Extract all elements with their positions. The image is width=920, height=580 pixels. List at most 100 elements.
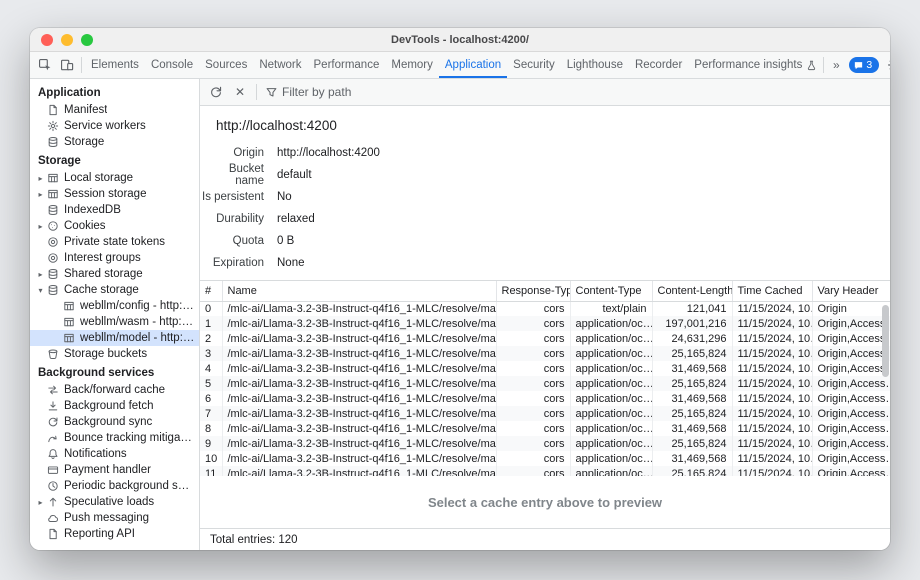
sidebar-item-bounce-tracking-mitigations[interactable]: Bounce tracking mitigations [30, 430, 199, 446]
chevron-right-icon[interactable]: ▸ [35, 222, 46, 231]
minimize-button[interactable] [61, 34, 73, 46]
device-toolbar-icon[interactable] [56, 54, 78, 76]
sidebar-item-session-storage[interactable]: ▸ Session storage [30, 186, 199, 202]
sync-icon [46, 416, 60, 429]
cache-entry-row[interactable]: 7/mlc-ai/Llama-3.2-3B-Instruct-q4f16_1-M… [200, 406, 890, 421]
cache-entry-row[interactable]: 10/mlc-ai/Llama-3.2-3B-Instruct-q4f16_1-… [200, 451, 890, 466]
cookie-icon [46, 220, 60, 233]
table-scrollbar[interactable] [881, 303, 889, 474]
tab-console[interactable]: Console [145, 52, 199, 78]
cache-entry-row[interactable]: 9/mlc-ai/Llama-3.2-3B-Instruct-q4f16_1-M… [200, 436, 890, 451]
cell-content-type: application/oc… [570, 316, 652, 331]
database-icon [46, 204, 60, 217]
devtools-toolbar: Elements Console SourcesNetwork Performance… [30, 52, 890, 79]
col-header-content-type[interactable]: Content-Type [570, 281, 652, 301]
issues-badge[interactable]: 3 [849, 57, 879, 73]
sidebar-item-cache-storage[interactable]: ▾Cache storage [30, 282, 199, 298]
sidebar-item-interest-groups[interactable]: Interest groups [30, 250, 199, 266]
col-header-name[interactable]: Name [222, 281, 496, 301]
sidebar-item-storage-buckets[interactable]: Storage buckets [30, 346, 199, 362]
refresh-icon[interactable] [205, 81, 227, 103]
sidebar-item-shared-storage[interactable]: ▸Shared storage [30, 266, 199, 282]
cache-entry-row[interactable]: 1/mlc-ai/Llama-3.2-3B-Instruct-q4f16_1-M… [200, 316, 890, 331]
tab-elements[interactable]: Elements [85, 52, 145, 78]
sidebar-item-reporting-api[interactable]: Reporting API [30, 526, 199, 542]
sidebar-item-label: Back/forward cache [64, 384, 165, 396]
filter-input[interactable] [282, 85, 885, 99]
col-header-index[interactable]: # [200, 281, 222, 301]
tab-label: Console [151, 59, 193, 71]
token-icon [46, 236, 60, 249]
sidebar-item-label: Session storage [64, 188, 146, 200]
col-header-response-type[interactable]: Response-Type [496, 281, 570, 301]
cache-entry-row[interactable]: 3/mlc-ai/Llama-3.2-3B-Instruct-q4f16_1-M… [200, 346, 890, 361]
tab-performance-insights[interactable]: Performance insights [688, 52, 823, 78]
clear-icon[interactable]: ✕ [229, 81, 251, 103]
cell-vary-header: Origin,Access… [812, 316, 890, 331]
sidebar-item-periodic-background-sync[interactable]: Periodic background sync [30, 478, 199, 494]
more-tabs-icon[interactable]: » [827, 54, 845, 76]
chevron-right-icon[interactable]: ▸ [35, 498, 46, 507]
cache-entry-row[interactable]: 2/mlc-ai/Llama-3.2-3B-Instruct-q4f16_1-M… [200, 331, 890, 346]
chevron-right-icon[interactable]: ▸ [35, 270, 46, 279]
tab-recorder[interactable]: Recorder [629, 52, 688, 78]
cache-entry-row[interactable]: 5/mlc-ai/Llama-3.2-3B-Instruct-q4f16_1-M… [200, 376, 890, 391]
cache-entry-row[interactable]: 6/mlc-ai/Llama-3.2-3B-Instruct-q4f16_1-M… [200, 391, 890, 406]
chevron-down-icon[interactable]: ▾ [35, 286, 46, 295]
database-icon [46, 268, 60, 281]
toolbar-divider [81, 57, 82, 73]
cell-index: 10 [200, 451, 222, 466]
inspect-element-icon[interactable] [34, 54, 56, 76]
sidebar-item-cookies[interactable]: ▸Cookies [30, 218, 199, 234]
sidebar-item-background-fetch[interactable]: Background fetch [30, 398, 199, 414]
sidebar-item-local-storage[interactable]: ▸Local storage [30, 170, 199, 186]
chevron-right-icon[interactable]: ▸ [35, 174, 46, 183]
sidebar-item-speculative-loads[interactable]: ▸Speculative loads [30, 494, 199, 510]
sidebar-item-manifest[interactable]: Manifest [30, 102, 199, 118]
sidebar-item-label: Background sync [64, 416, 152, 428]
tab-sources[interactable]: Sources [199, 52, 253, 78]
sidebar-item-label: webllm/wasm - http://loca… [80, 316, 195, 328]
close-button[interactable] [41, 34, 53, 46]
tab-label: Performance [314, 59, 380, 71]
meta-row-quota: Quota0 B [200, 230, 890, 252]
sidebar-item-notifications[interactable]: Notifications [30, 446, 199, 462]
sidebar-item-push-messaging[interactable]: Push messaging [30, 510, 199, 526]
sidebar-item-payment-handler[interactable]: Payment handler [30, 462, 199, 478]
col-header-time-cached[interactable]: Time Cached [732, 281, 812, 301]
sidebar-item-background-sync[interactable]: Background sync [30, 414, 199, 430]
cell-content-length: 25,165,824 [652, 346, 732, 361]
tab-lighthouse[interactable]: Lighthouse [561, 52, 629, 78]
sidebar-item-back-forward-cache[interactable]: Back/forward cache [30, 382, 199, 398]
sidebar-item-webllm-model-http-loc[interactable]: webllm/model - http://loc… [30, 330, 199, 346]
cache-entry-row[interactable]: 11/mlc-ai/Llama-3.2-3B-Instruct-q4f16_1-… [200, 466, 890, 476]
cell-response-type: cors [496, 316, 570, 331]
sidebar-item-service-workers[interactable]: Service workers [30, 118, 199, 134]
zoom-button[interactable] [81, 34, 93, 46]
tab-performance[interactable]: Performance [308, 52, 386, 78]
cache-entry-row[interactable]: 0/mlc-ai/Llama-3.2-3B-Instruct-q4f16_1-M… [200, 301, 890, 316]
sidebar-item-private-state-tokens[interactable]: Private state tokens [30, 234, 199, 250]
settings-gear-icon[interactable] [883, 54, 890, 76]
chat-bubble-icon [854, 61, 863, 70]
sidebar-item-label: Background fetch [64, 400, 154, 412]
tab-network[interactable]: Network [253, 52, 307, 78]
cache-entry-row[interactable]: 8/mlc-ai/Llama-3.2-3B-Instruct-q4f16_1-M… [200, 421, 890, 436]
cell-time-cached: 11/15/2024, 10… [732, 361, 812, 376]
document-icon [46, 104, 60, 117]
sidebar-item-webllm-config-http-loc[interactable]: webllm/config - http://loc… [30, 298, 199, 314]
chevron-right-icon[interactable]: ▸ [35, 190, 46, 199]
sidebar-item-indexeddb[interactable]: IndexedDB [30, 202, 199, 218]
cache-entry-row[interactable]: 4/mlc-ai/Llama-3.2-3B-Instruct-q4f16_1-M… [200, 361, 890, 376]
meta-value: 0 B [277, 235, 294, 247]
sidebar-item-storage[interactable]: Storage [30, 134, 199, 150]
col-header-content-length[interactable]: Content-Length [652, 281, 732, 301]
tab-application[interactable]: Application [439, 52, 507, 78]
col-header-vary-header[interactable]: Vary Header [812, 281, 890, 301]
scrollbar-thumb[interactable] [882, 305, 889, 377]
cell-time-cached: 11/15/2024, 10… [732, 391, 812, 406]
tab-security[interactable]: Security [507, 52, 561, 78]
sidebar-item-webllm-wasm-http-loca[interactable]: webllm/wasm - http://loca… [30, 314, 199, 330]
window-title: DevTools - localhost:4200/ [391, 34, 529, 46]
tab-memory[interactable]: Memory [385, 52, 439, 78]
